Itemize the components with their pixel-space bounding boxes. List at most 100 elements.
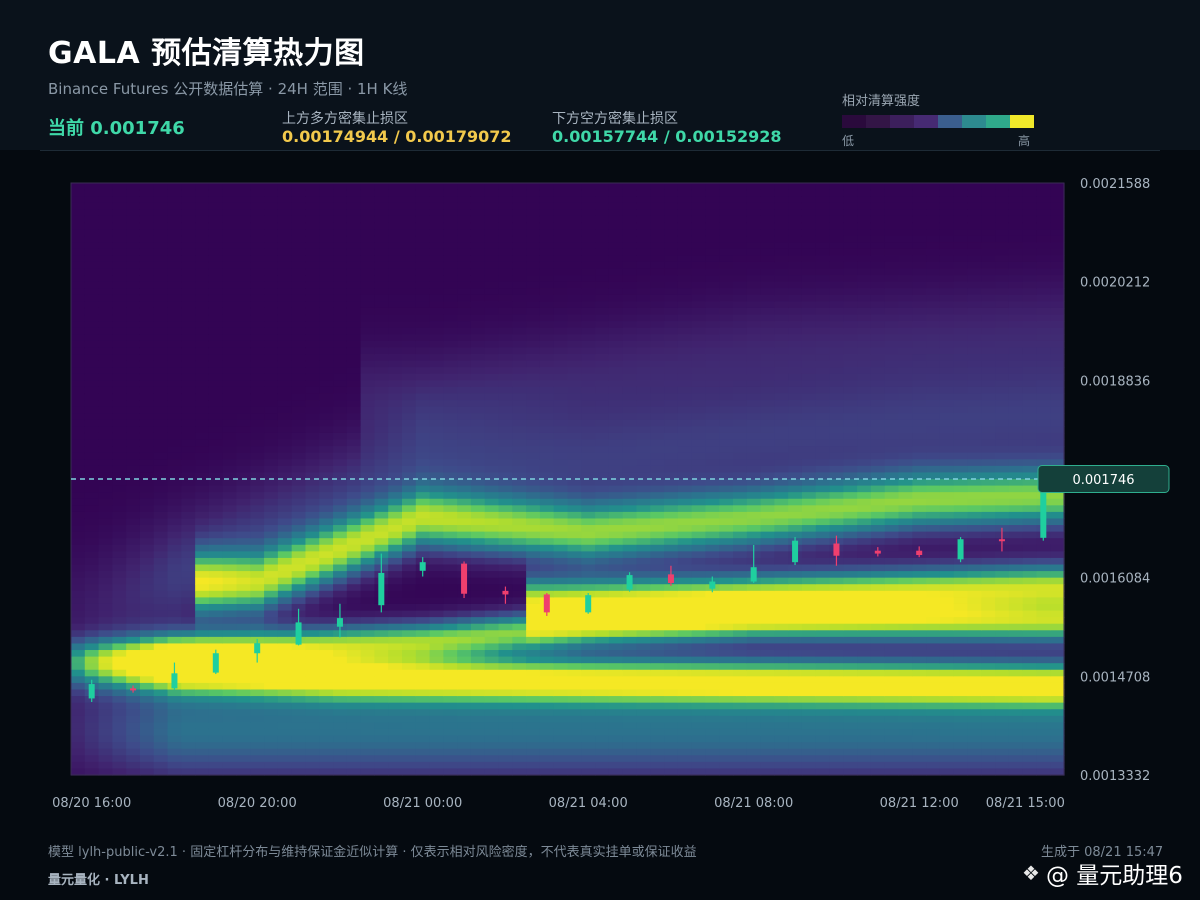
heat-cell xyxy=(457,354,472,362)
heat-cell xyxy=(512,367,527,375)
heat-cell xyxy=(153,571,169,579)
heat-cell xyxy=(346,307,362,316)
heat-cell xyxy=(788,676,803,684)
heat-cell xyxy=(470,340,486,349)
heat-cell xyxy=(719,728,734,737)
heat-cell xyxy=(581,636,596,645)
heat-cell xyxy=(415,459,431,467)
heat-cell xyxy=(71,761,86,770)
heat-cell xyxy=(98,557,113,566)
heat-cell xyxy=(526,610,541,618)
heat-cell xyxy=(746,281,762,289)
heat-cell xyxy=(443,209,458,217)
heat-cell xyxy=(264,531,279,539)
heat-cell xyxy=(705,492,720,500)
heat-cell xyxy=(664,531,679,539)
heat-cell xyxy=(457,209,472,217)
heat-cell xyxy=(360,728,376,737)
heat-cell xyxy=(71,689,86,697)
heat-cell xyxy=(305,656,320,664)
heat-cell xyxy=(305,294,320,302)
heat-cell xyxy=(264,373,279,381)
heat-cell xyxy=(815,682,831,691)
heat-cell xyxy=(650,603,665,612)
heat-cell xyxy=(636,393,651,401)
heat-cell xyxy=(112,728,127,737)
heat-cell xyxy=(595,202,610,210)
heat-cell xyxy=(126,301,141,309)
heat-cell xyxy=(208,715,224,723)
heat-cell xyxy=(470,367,486,375)
heat-cell xyxy=(801,755,817,763)
heat-cell xyxy=(484,485,500,493)
heat-cell xyxy=(484,386,500,395)
heat-cell xyxy=(277,498,293,506)
heat-cell xyxy=(388,183,403,191)
heat-cell xyxy=(360,597,376,605)
heat-cell xyxy=(650,742,665,750)
heat-cell xyxy=(567,334,582,342)
heat-cell xyxy=(236,261,251,270)
heat-cell xyxy=(664,742,679,750)
heat-cell xyxy=(415,288,431,296)
heat-cell xyxy=(333,281,348,289)
heat-cell xyxy=(664,748,679,756)
heat-cell xyxy=(264,380,279,388)
heat-cell xyxy=(374,327,389,335)
heat-cell xyxy=(250,748,265,756)
heat-cell xyxy=(622,479,638,487)
heat-cell xyxy=(829,183,844,191)
heat-cell xyxy=(429,281,444,289)
heat-cell xyxy=(250,334,265,342)
heat-cell xyxy=(733,426,748,434)
heat-cell xyxy=(167,742,182,750)
heat-cell xyxy=(457,643,472,651)
heat-cell xyxy=(512,511,527,520)
heat-cell xyxy=(208,682,224,691)
heat-cell xyxy=(664,386,679,395)
heat-cell xyxy=(222,577,238,585)
heat-cell xyxy=(650,393,665,401)
heat-cell xyxy=(374,235,389,243)
heat-cell xyxy=(567,189,582,197)
heat-cell xyxy=(250,354,265,362)
heat-cell xyxy=(760,623,775,631)
heat-cell xyxy=(539,459,555,467)
heat-cell xyxy=(346,255,362,263)
heat-cell xyxy=(622,663,638,671)
heat-cell xyxy=(581,281,596,289)
heat-cell xyxy=(305,735,320,743)
heat-cell xyxy=(567,459,582,467)
heat-cell xyxy=(153,584,169,592)
heat-cell xyxy=(264,354,279,362)
heat-cell xyxy=(98,301,113,309)
heat-cell xyxy=(415,643,431,651)
heat-cell xyxy=(195,742,210,750)
heat-cell xyxy=(829,248,844,256)
heat-cell xyxy=(112,702,127,710)
heat-cell xyxy=(526,189,541,197)
heat-cell xyxy=(636,360,651,368)
heat-cell xyxy=(167,735,182,743)
heat-cell xyxy=(305,663,320,671)
heat-cell xyxy=(774,183,789,191)
heat-cell xyxy=(153,623,169,631)
heat-cell xyxy=(84,538,100,546)
heat-cell xyxy=(346,360,362,368)
heat-cell xyxy=(319,294,334,302)
heat-cell xyxy=(333,498,348,506)
heat-cell xyxy=(277,557,293,566)
heat-cell xyxy=(429,465,444,474)
heat-cell xyxy=(774,380,789,388)
heat-cell xyxy=(222,755,238,763)
heat-cell xyxy=(429,617,444,625)
heat-cell xyxy=(526,419,541,427)
heat-cell xyxy=(801,301,817,309)
heat-cell xyxy=(760,248,775,256)
heat-cell xyxy=(346,196,362,204)
heat-cell xyxy=(539,439,555,447)
heat-cell xyxy=(415,380,431,388)
heat-cell xyxy=(498,525,513,533)
heat-cell xyxy=(429,564,444,572)
heat-cell xyxy=(705,294,720,302)
